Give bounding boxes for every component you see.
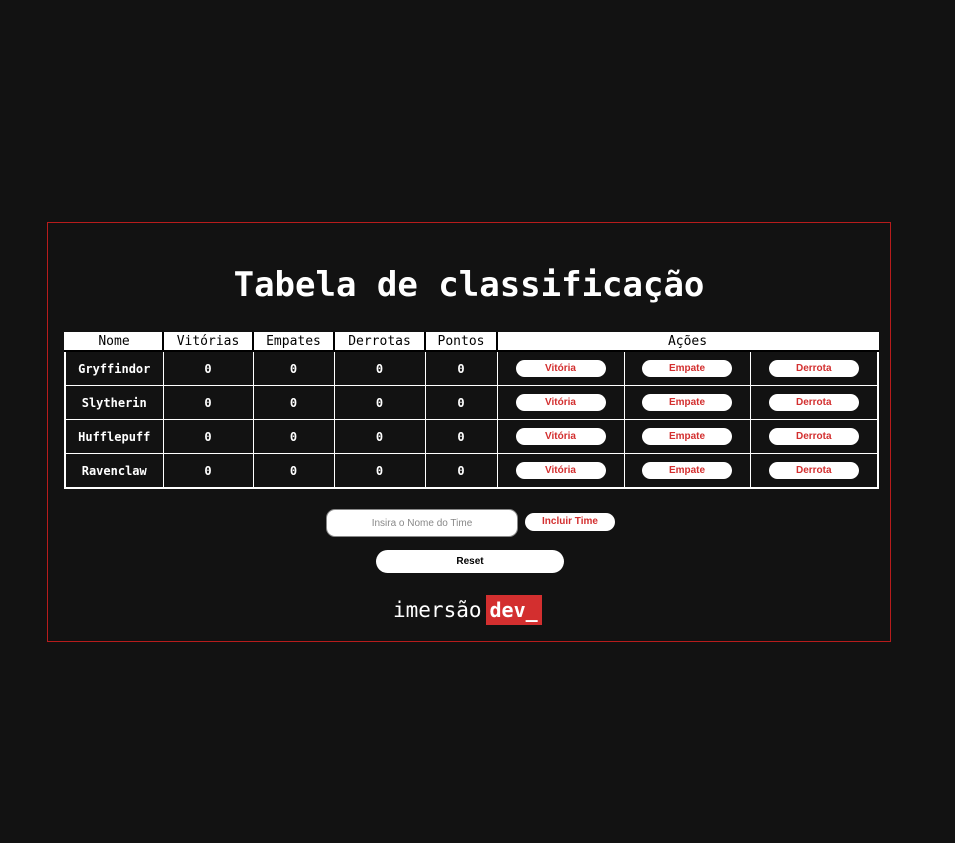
team-draws: 0 xyxy=(252,350,335,386)
win-button[interactable]: Vitória xyxy=(515,394,606,411)
draw-button[interactable]: Empate xyxy=(642,428,732,445)
loss-button[interactable]: Derrota xyxy=(768,360,859,377)
table-row: Gryffindor 0 0 0 0 Vitória Empate Derrot… xyxy=(64,350,880,386)
team-losses: 0 xyxy=(333,385,426,420)
win-cell: Vitória xyxy=(496,350,625,386)
team-losses: 0 xyxy=(333,453,426,489)
standings-table: Nome Vitórias Empates Derrotas Pontos Aç… xyxy=(64,332,880,489)
table-row: Slytherin 0 0 0 0 Vitória Empate Derrota xyxy=(64,385,880,420)
draw-button[interactable]: Empate xyxy=(642,360,732,377)
table-header-row: Nome Vitórias Empates Derrotas Pontos Aç… xyxy=(64,332,880,352)
team-draws: 0 xyxy=(252,385,335,420)
column-header-actions: Ações xyxy=(495,332,880,352)
table-row: Ravenclaw 0 0 0 0 Vitória Empate Derrota xyxy=(64,453,880,489)
team-name: Gryffindor xyxy=(64,350,164,386)
team-name: Slytherin xyxy=(64,385,164,420)
win-cell: Vitória xyxy=(496,419,625,454)
team-points: 0 xyxy=(424,385,498,420)
draw-cell: Empate xyxy=(623,350,751,386)
column-header-losses: Derrotas xyxy=(333,332,426,352)
column-header-points: Pontos xyxy=(424,332,498,352)
team-name-input[interactable] xyxy=(326,509,518,537)
team-points: 0 xyxy=(424,453,498,489)
column-header-wins: Vitórias xyxy=(162,332,254,352)
loss-button[interactable]: Derrota xyxy=(768,428,859,445)
loss-button[interactable]: Derrota xyxy=(768,462,859,479)
draw-cell: Empate xyxy=(623,385,751,420)
page-title: Tabela de classificação xyxy=(233,265,705,305)
loss-cell: Derrota xyxy=(749,385,880,420)
draw-cell: Empate xyxy=(623,453,751,489)
team-name: Ravenclaw xyxy=(64,453,164,489)
win-button[interactable]: Vitória xyxy=(515,428,606,445)
draw-cell: Empate xyxy=(623,419,751,454)
win-button[interactable]: Vitória xyxy=(515,462,606,479)
column-header-name: Nome xyxy=(64,332,164,352)
draw-button[interactable]: Empate xyxy=(642,462,732,479)
team-wins: 0 xyxy=(162,453,254,489)
draw-button[interactable]: Empate xyxy=(642,394,732,411)
logo-badge: dev_ xyxy=(485,595,542,625)
win-cell: Vitória xyxy=(496,385,625,420)
team-wins: 0 xyxy=(162,350,254,386)
standings-panel: Tabela de classificação Nome Vitórias Em… xyxy=(47,222,891,642)
add-team-button[interactable]: Incluir Time xyxy=(525,513,615,531)
imersao-dev-logo: imersão dev_ xyxy=(393,595,542,625)
team-draws: 0 xyxy=(252,453,335,489)
team-points: 0 xyxy=(424,350,498,386)
win-cell: Vitória xyxy=(496,453,625,489)
logo-text: imersão xyxy=(393,598,482,622)
loss-cell: Derrota xyxy=(749,350,880,386)
win-button[interactable]: Vitória xyxy=(515,360,606,377)
loss-cell: Derrota xyxy=(749,453,880,489)
loss-cell: Derrota xyxy=(749,419,880,454)
team-losses: 0 xyxy=(333,419,426,454)
team-points: 0 xyxy=(424,419,498,454)
team-wins: 0 xyxy=(162,385,254,420)
table-row: Hufflepuff 0 0 0 0 Vitória Empate Derrot… xyxy=(64,419,880,454)
team-losses: 0 xyxy=(333,350,426,386)
team-draws: 0 xyxy=(252,419,335,454)
team-wins: 0 xyxy=(162,419,254,454)
column-header-draws: Empates xyxy=(252,332,335,352)
team-name: Hufflepuff xyxy=(64,419,164,454)
loss-button[interactable]: Derrota xyxy=(768,394,859,411)
reset-button[interactable]: Reset xyxy=(376,550,564,573)
